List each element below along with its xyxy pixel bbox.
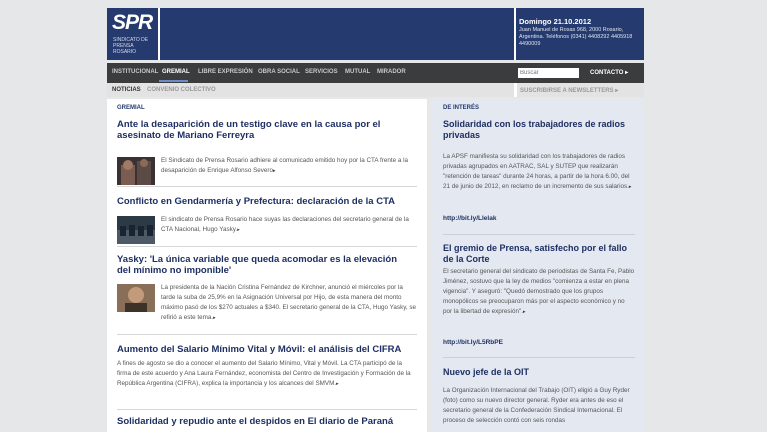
sidebar-title[interactable]: Solidaridad con los trabajadores de radi…: [443, 119, 633, 141]
divider: [117, 409, 417, 410]
article-thumbnail[interactable]: [117, 157, 155, 185]
logo[interactable]: SPR SINDICATO DE PRENSA ROSARIO: [107, 8, 158, 60]
article-title[interactable]: Ante la desaparición de un testigo clave…: [117, 119, 407, 141]
article-title[interactable]: Conflicto en Gendarmería y Prefectura: d…: [117, 196, 407, 207]
sidebar-link[interactable]: http://bit.ly/L5RbPE: [443, 339, 503, 346]
header: SPR SINDICATO DE PRENSA ROSARIO Domingo …: [107, 8, 644, 60]
sidebar-link[interactable]: http://bit.ly/Llelak: [443, 215, 496, 222]
subnav-convenio[interactable]: CONVENIO COLECTIVO: [147, 87, 216, 93]
sidebar: DE INTERÉS Solidaridad con los trabajado…: [431, 99, 644, 432]
nav-item-libre-expresion[interactable]: LIBRE EXPRESIÓN: [198, 69, 253, 75]
current-date: Domingo 21.10.2012: [519, 17, 592, 26]
divider: [117, 186, 417, 187]
article-summary: El sindicato de Prensa Rosario hace suya…: [161, 216, 409, 233]
section-title: GREMIAL: [117, 105, 145, 111]
divider: [443, 357, 635, 358]
article-summary: La presidenta de la Nación Cristina Fern…: [161, 284, 417, 321]
sidebar-title[interactable]: Nuevo jefe de la OIT: [443, 367, 633, 378]
article-thumbnail[interactable]: [117, 284, 155, 312]
search-input[interactable]: [518, 68, 579, 78]
nav-item-institucional[interactable]: INSTITUCIONAL: [112, 69, 158, 75]
nav-item-mirador[interactable]: MIRADOR: [377, 69, 406, 75]
news-column: GREMIAL Ante la desaparición de un testi…: [107, 99, 427, 432]
nav-item-gremial[interactable]: GREMIAL: [162, 69, 190, 75]
date-block: Domingo 21.10.2012 Juan Manuel de Rosas …: [516, 8, 644, 60]
contact-link[interactable]: CONTACTO ▸: [590, 69, 628, 76]
nav-item-mutual[interactable]: MUTUAL: [345, 69, 370, 75]
nav-item-obra-social[interactable]: OBRA SOCIAL: [258, 69, 300, 75]
subnav-noticias[interactable]: NOTICIAS: [112, 87, 141, 93]
subnav-divider: [514, 83, 517, 97]
logo-subtitle: SINDICATO DE PRENSA ROSARIO: [113, 37, 149, 55]
article-summary: El Sindicato de Prensa Rosario adhiere a…: [161, 157, 408, 174]
nav-active-indicator: [159, 80, 188, 82]
nav-item-servicios[interactable]: SERVICIOS: [305, 69, 338, 75]
divider: [117, 334, 417, 335]
main-nav: INSTITUCIONAL GREMIAL LIBRE EXPRESIÓN OB…: [107, 63, 644, 83]
divider: [117, 246, 417, 247]
sidebar-summary: El secretario general del sindicato de p…: [443, 268, 635, 315]
address: Juan Manuel de Rosas 968, 2000 Rosario, …: [519, 27, 633, 47]
article-title[interactable]: Solidaridad y repudio ante el despidos e…: [117, 416, 407, 427]
article-summary: A fines de agosto se dio a conocer el au…: [117, 360, 411, 387]
article-title[interactable]: Yasky: 'La única variable que queda acom…: [117, 254, 407, 276]
divider: [443, 234, 635, 235]
sub-nav: NOTICIAS CONVENIO COLECTIVO SUSCRIBIRSE …: [107, 83, 644, 97]
sidebar-title[interactable]: El gremio de Prensa, satisfecho por el f…: [443, 243, 633, 265]
sidebar-summary: La Organización Internacional del Trabaj…: [443, 387, 630, 424]
sidebar-summary: La APSF manifiesta su solidaridad con lo…: [443, 153, 632, 190]
article-title[interactable]: Aumento del Salario Mínimo Vital y Móvil…: [117, 344, 407, 355]
sidebar-section-title: DE INTERÉS: [443, 105, 480, 111]
page: SPR SINDICATO DE PRENSA ROSARIO Domingo …: [107, 8, 644, 432]
newsletter-link[interactable]: SUSCRIBIRSE A NEWSLETTERS ▸: [520, 87, 618, 94]
header-banner: [160, 8, 514, 60]
article-thumbnail[interactable]: [117, 216, 155, 244]
logo-text: SPR: [112, 11, 153, 34]
